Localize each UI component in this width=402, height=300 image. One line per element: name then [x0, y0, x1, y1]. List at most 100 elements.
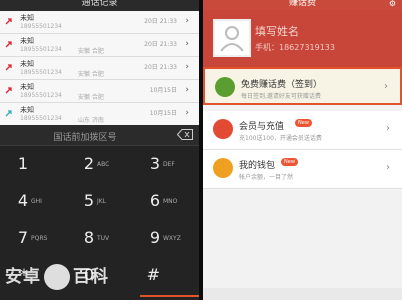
call-log-row[interactable]: 未知 18955501234 安徽 合肥 20日 21:33 › [0, 34, 199, 57]
menu-item-subtitle: 每日签到,邀请好友可获赠话费 [241, 93, 321, 100]
wallet-icon [213, 158, 233, 178]
chevron-right-icon: › [386, 123, 390, 134]
user-icon [220, 26, 244, 52]
avatar[interactable] [213, 19, 251, 57]
dial-key-digit: 4 [17, 191, 28, 210]
earn-title-bar: 赚话费 ⚙ [203, 0, 402, 10]
gear-icon[interactable]: ⚙ [389, 0, 396, 8]
call-name: 未知 [20, 37, 34, 45]
watermark-text-right: 百科 [73, 267, 109, 287]
call-number: 18955501234 [20, 115, 62, 122]
profile-header: 填写姓名 手机：18627319133 [203, 10, 402, 67]
call-type-icon [5, 18, 12, 25]
call-number: 18955501234 [20, 23, 62, 30]
footer [203, 288, 402, 300]
call-log-row[interactable]: 未知 18955501234 安徽 合肥 20日 21:33 › [0, 57, 199, 80]
dial-key[interactable]: 9 WXYZ [132, 220, 198, 255]
chevron-right-icon: › [386, 162, 390, 173]
dial-key-letters: MNO [163, 198, 178, 205]
call-type-icon [5, 87, 12, 94]
dial-key[interactable]: 2 ABC [66, 146, 132, 181]
dial-key-letters: PQRS [31, 235, 48, 242]
call-location: 安徽 合肥 [78, 94, 104, 101]
call-log-title: 通话记录 [0, 0, 199, 11]
menu-item-title: 免费赚话费（签到） [241, 80, 323, 90]
dial-key-digit: 5 [83, 191, 94, 210]
call-location: 安徽 合肥 [78, 71, 104, 78]
call-type-icon [5, 64, 12, 71]
user-name[interactable]: 填写姓名 [255, 23, 299, 39]
call-location: 安徽 合肥 [78, 48, 104, 55]
dial-key-letters: GHI [31, 198, 42, 205]
call-time: 20日 21:33 [144, 18, 177, 25]
dial-key-digit: 1 [17, 154, 28, 173]
dial-key-digit: # [146, 265, 160, 284]
call-location: 山东 济南 [78, 117, 104, 124]
call-log-row[interactable]: 未知 18955501234 20日 21:33 › [0, 11, 199, 34]
call-time: 20日 21:33 [144, 41, 177, 48]
menu-item-subtitle: 充100送100，开通会员送话费 [239, 135, 322, 142]
dial-input[interactable]: 国话前加拨区号 [0, 125, 199, 146]
dial-prefix-placeholder: 国话前加拨区号 [53, 133, 117, 143]
highlight-line [140, 295, 199, 297]
watermark-logo-icon [44, 264, 70, 290]
call-log-row[interactable]: 未知 18955501234 山东 济南 10月15日 › [0, 103, 199, 126]
dial-key-digit: 6 [149, 191, 160, 210]
call-type-icon [5, 110, 12, 117]
call-log-list: 未知 18955501234 20日 21:33 › 未知 18955501234 安徽 合… [0, 11, 199, 126]
chevron-right-icon[interactable]: › [185, 39, 189, 49]
dial-key-digit: 2 [83, 154, 94, 173]
menu-item-title: 会员与充值 [239, 122, 285, 132]
dial-key[interactable]: 7 PQRS [0, 220, 66, 255]
earn-credit-screen: 赚话费 ⚙ 填写姓名 手机：18627319133 免费赚话费（签到） 每日签到,… [203, 0, 402, 300]
dial-key[interactable]: # [132, 257, 198, 292]
menu-item-title: 我的钱包 [239, 161, 276, 171]
call-name: 未知 [20, 83, 34, 91]
chevron-right-icon[interactable]: › [185, 108, 189, 118]
dial-key[interactable]: 8 TUV [66, 220, 132, 255]
dial-key-letters: JKL [97, 198, 107, 205]
dial-key[interactable]: 4 GHI [0, 183, 66, 218]
call-number: 18955501234 [20, 92, 62, 99]
menu-item[interactable]: 我的钱包帐户余额，一目了然 › New [203, 150, 402, 189]
dial-key[interactable]: 6 MNO [132, 183, 198, 218]
call-number: 18955501234 [20, 69, 62, 76]
dial-key[interactable]: 5 JKL [66, 183, 132, 218]
new-badge: New [295, 119, 312, 127]
earn-menu: 免费赚话费（签到） 每日签到,邀请好友可获赠话费 › 会员与充值 充100送100，开通… [203, 67, 402, 189]
call-log-screen: 通话记录 未知 18955501234 20日 21:33 › 未知 1895550123… [0, 0, 199, 300]
dial-key-letters: ABC [97, 161, 110, 168]
dial-key-digit: 9 [149, 228, 160, 247]
dial-key-digit: 3 [149, 154, 160, 173]
earn-title: 赚话费 [288, 0, 316, 8]
new-badge: New [281, 158, 298, 166]
vip-icon [213, 119, 233, 139]
menu-item-subtitle: 帐户余额，一目了然 [239, 174, 294, 181]
gift-icon [215, 77, 235, 97]
dial-key-letters: TUV [97, 235, 110, 242]
chevron-right-icon[interactable]: › [185, 16, 189, 26]
dial-key-letters: DEF [163, 161, 175, 168]
chevron-right-icon[interactable]: › [185, 62, 189, 72]
dial-key-letters: WXYZ [163, 235, 181, 242]
call-time: 20日 21:33 [144, 64, 177, 71]
call-time: 10月15日 [149, 110, 177, 117]
call-log-row[interactable]: 未知 18955501234 安徽 合肥 10月15日 › [0, 80, 199, 103]
call-time: 10月15日 [149, 87, 177, 94]
call-name: 未知 [20, 106, 34, 114]
call-number: 18955501234 [20, 46, 62, 53]
user-phone: 手机：18627319133 [255, 43, 335, 52]
chevron-right-icon: › [384, 81, 388, 92]
menu-item[interactable]: 会员与充值充100送100，开通会员送话费 › New [203, 111, 402, 150]
dial-key[interactable]: 3 DEF [132, 146, 198, 181]
menu-item[interactable]: 免费赚话费（签到） 每日签到,邀请好友可获赠话费 › [203, 67, 402, 105]
call-name: 未知 [20, 14, 34, 22]
dial-key-digit: 7 [17, 228, 28, 247]
call-name: 未知 [20, 60, 34, 68]
watermark: 安卓 百科 [5, 262, 109, 290]
dial-key-digit: 8 [83, 228, 94, 247]
chevron-right-icon[interactable]: › [185, 85, 189, 95]
dial-key[interactable]: 1 [0, 146, 66, 181]
backspace-icon[interactable] [177, 129, 193, 140]
watermark-text-left: 安卓 [5, 267, 41, 287]
